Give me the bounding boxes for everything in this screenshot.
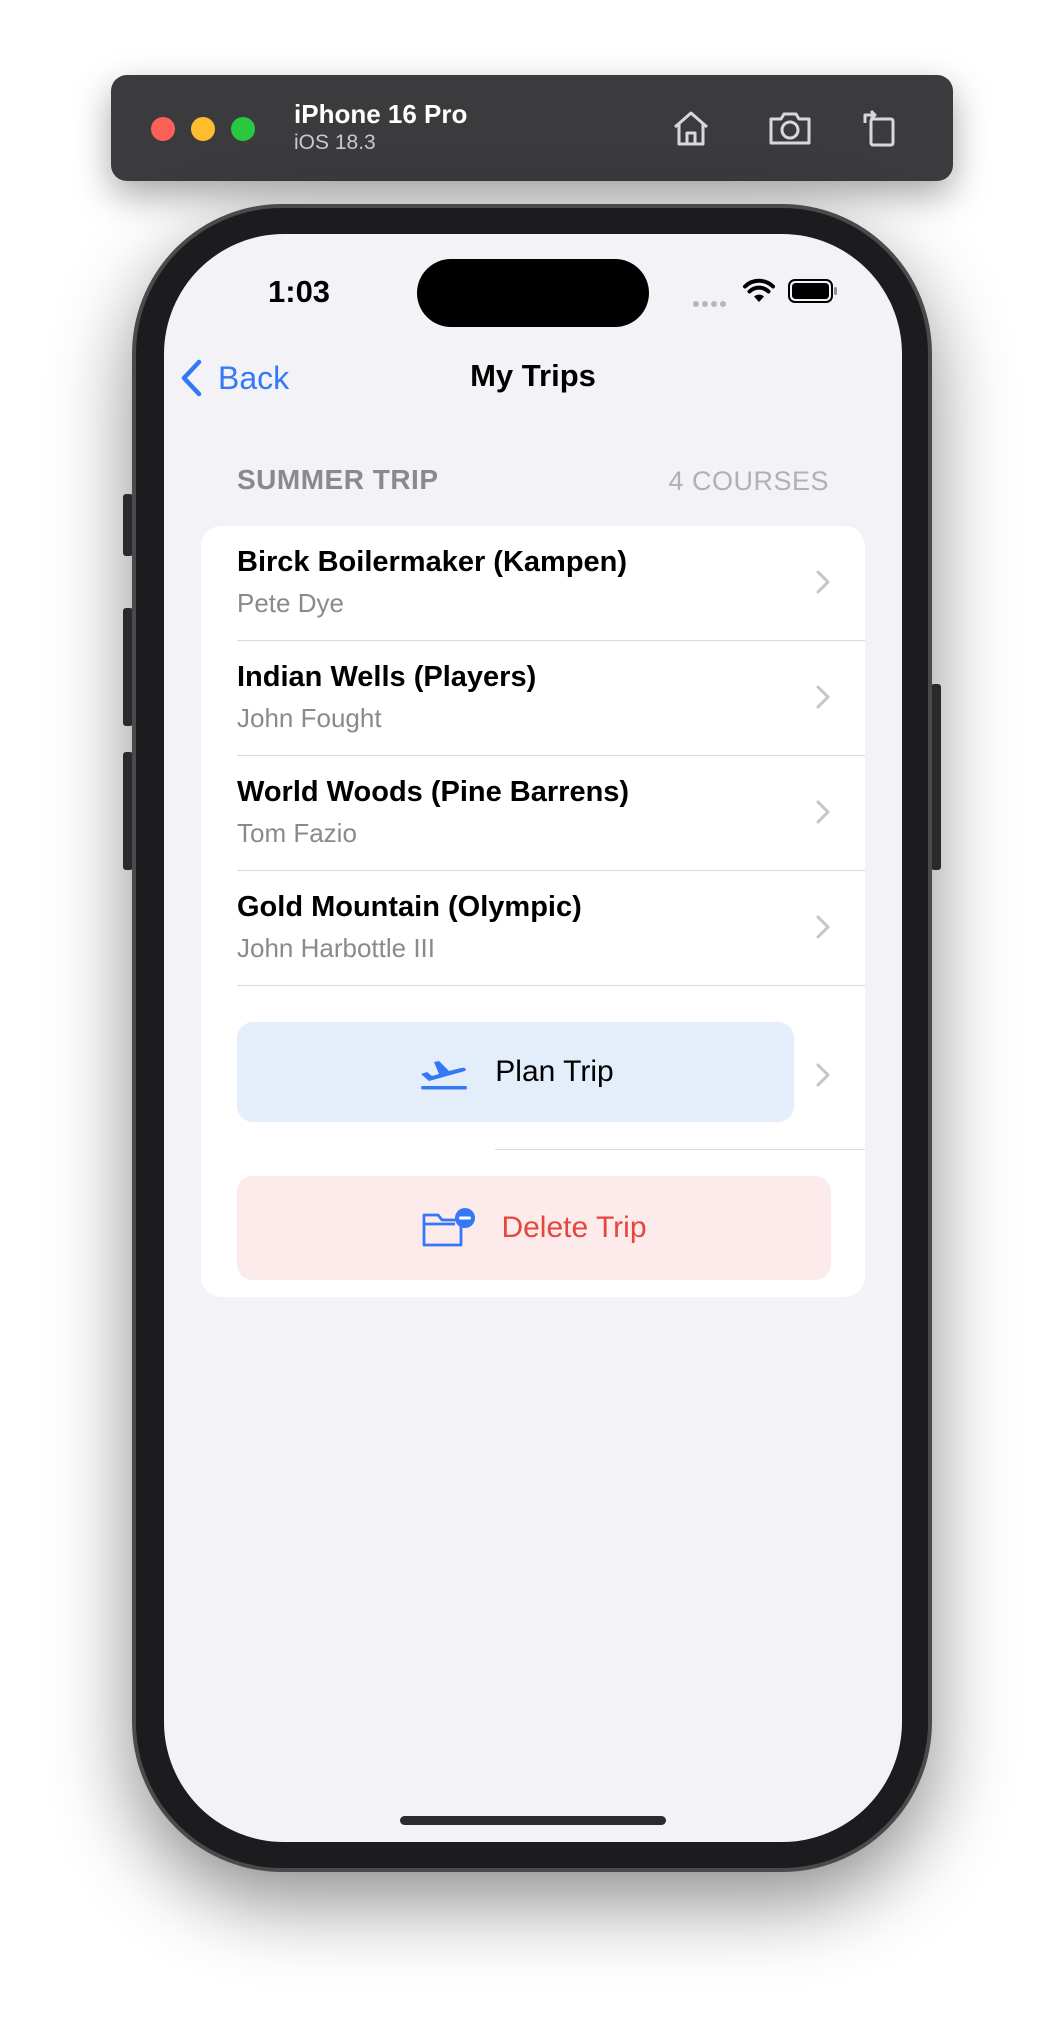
chevron-right-icon xyxy=(816,1063,830,1087)
course-architect: Tom Fazio xyxy=(237,818,357,848)
airplane-departure-icon xyxy=(421,1061,468,1090)
close-window-button[interactable] xyxy=(151,117,175,141)
device-name: iPhone 16 Pro xyxy=(294,99,468,129)
course-architect: John Harbottle III xyxy=(237,933,435,963)
signal-icon xyxy=(693,294,729,312)
chevron-right-icon xyxy=(816,570,830,594)
plan-trip-button[interactable]: Plan Trip xyxy=(237,1022,794,1122)
os-version: iOS 18.3 xyxy=(294,131,376,154)
trip-card: Birck Boilermaker (Kampen) Pete Dye Indi… xyxy=(201,526,865,1297)
page-title: My Trips xyxy=(470,358,596,393)
simulator-toolbar: iPhone 16 Pro iOS 18.3 xyxy=(111,75,953,181)
status-time: 1:03 xyxy=(268,274,331,309)
course-name: World Woods (Pine Barrens) xyxy=(237,776,630,808)
rotate-icon[interactable] xyxy=(857,105,903,151)
zoom-window-button[interactable] xyxy=(231,117,255,141)
power-button xyxy=(931,684,941,870)
folder-minus-icon xyxy=(423,1208,476,1247)
chevron-right-icon xyxy=(816,915,830,939)
course-name: Indian Wells (Players) xyxy=(237,661,537,693)
course-row[interactable]: Gold Mountain (Olympic) John Harbottle I… xyxy=(201,871,865,986)
home-indicator[interactable] xyxy=(400,1816,666,1825)
home-icon[interactable] xyxy=(668,105,714,151)
course-name: Birck Boilermaker (Kampen) xyxy=(237,546,628,578)
wifi-icon xyxy=(742,278,776,304)
phone-screen: 1:03 Back My Trips SUMMER TRIP 4 COURSES… xyxy=(164,234,902,1842)
delete-trip-button[interactable]: Delete Trip xyxy=(237,1176,831,1280)
course-row[interactable]: World Woods (Pine Barrens) Tom Fazio xyxy=(201,756,865,871)
dynamic-island xyxy=(417,259,649,327)
chevron-right-icon xyxy=(816,800,830,824)
course-row[interactable]: Birck Boilermaker (Kampen) Pete Dye xyxy=(201,526,865,641)
course-name: Gold Mountain (Olympic) xyxy=(237,891,582,923)
camera-icon[interactable] xyxy=(767,105,813,151)
chevron-right-icon xyxy=(816,685,830,709)
row-divider xyxy=(237,985,865,986)
course-count: 4 COURSES xyxy=(668,466,829,496)
course-architect: Pete Dye xyxy=(237,588,344,618)
minimize-window-button[interactable] xyxy=(191,117,215,141)
battery-icon xyxy=(788,279,838,303)
section-title: SUMMER TRIP xyxy=(237,464,439,495)
course-architect: John Fought xyxy=(237,703,382,733)
delete-trip-label: Delete Trip xyxy=(501,1211,647,1244)
course-row[interactable]: Indian Wells (Players) John Fought xyxy=(201,641,865,756)
plan-trip-label: Plan Trip xyxy=(495,1055,614,1088)
row-divider xyxy=(495,1149,865,1150)
